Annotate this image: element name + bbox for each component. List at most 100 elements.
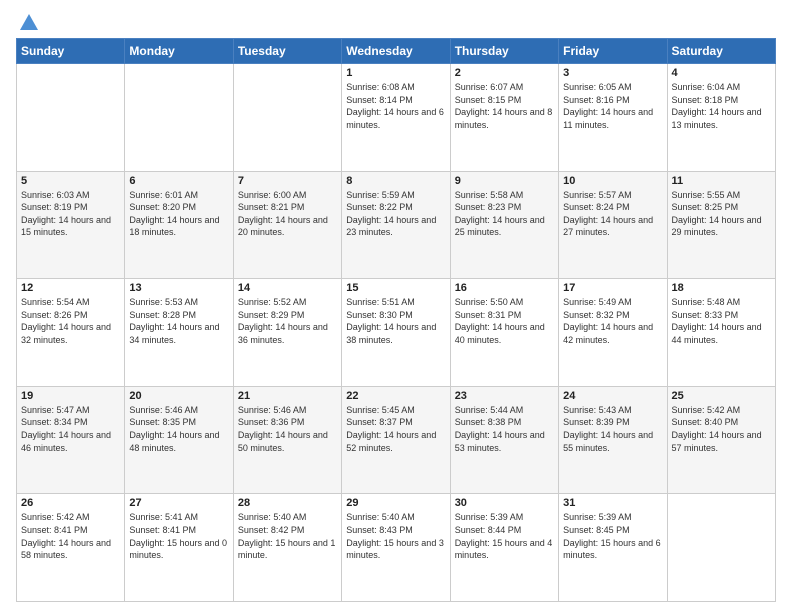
day-info: Sunrise: 5:59 AMSunset: 8:22 PMDaylight:… — [346, 189, 445, 239]
calendar-cell: 15 Sunrise: 5:51 AMSunset: 8:30 PMDayligh… — [342, 279, 450, 387]
day-number: 1 — [346, 67, 445, 79]
calendar-cell: 7 Sunrise: 6:00 AMSunset: 8:21 PMDaylight… — [233, 171, 341, 279]
day-number: 19 — [21, 390, 120, 402]
day-number: 5 — [21, 175, 120, 187]
header — [16, 12, 776, 30]
day-info: Sunrise: 5:42 AMSunset: 8:41 PMDaylight:… — [21, 511, 120, 561]
day-number: 2 — [455, 67, 554, 79]
calendar-cell: 23 Sunrise: 5:44 AMSunset: 8:38 PMDayligh… — [450, 386, 558, 494]
day-number: 4 — [672, 67, 771, 79]
day-info: Sunrise: 6:07 AMSunset: 8:15 PMDaylight:… — [455, 81, 554, 131]
calendar-cell — [667, 494, 775, 602]
day-info: Sunrise: 5:48 AMSunset: 8:33 PMDaylight:… — [672, 296, 771, 346]
calendar-cell: 13 Sunrise: 5:53 AMSunset: 8:28 PMDayligh… — [125, 279, 233, 387]
weekday-header: Saturday — [667, 39, 775, 64]
day-number: 13 — [129, 282, 228, 294]
day-info: Sunrise: 5:55 AMSunset: 8:25 PMDaylight:… — [672, 189, 771, 239]
calendar-week-row: 5Sunrise: 6:03 AMSunset: 8:19 PMDaylight… — [17, 171, 776, 279]
calendar-cell: 25 Sunrise: 5:42 AMSunset: 8:40 PMDayligh… — [667, 386, 775, 494]
day-info: Sunrise: 6:04 AMSunset: 8:18 PMDaylight:… — [672, 81, 771, 131]
logo-icon — [18, 12, 40, 34]
day-number: 20 — [129, 390, 228, 402]
day-info: Sunrise: 5:47 AMSunset: 8:34 PMDaylight:… — [21, 404, 120, 454]
day-info: Sunrise: 6:08 AMSunset: 8:14 PMDaylight:… — [346, 81, 445, 131]
day-number: 7 — [238, 175, 337, 187]
day-info: Sunrise: 5:51 AMSunset: 8:30 PMDaylight:… — [346, 296, 445, 346]
calendar-cell: 8 Sunrise: 5:59 AMSunset: 8:22 PMDaylight… — [342, 171, 450, 279]
day-number: 18 — [672, 282, 771, 294]
day-number: 25 — [672, 390, 771, 402]
calendar-cell: 27 Sunrise: 5:41 AMSunset: 8:41 PMDayligh… — [125, 494, 233, 602]
day-number: 15 — [346, 282, 445, 294]
day-number: 29 — [346, 497, 445, 509]
weekday-header-row: SundayMondayTuesdayWednesdayThursdayFrid… — [17, 39, 776, 64]
day-number: 24 — [563, 390, 662, 402]
weekday-header: Wednesday — [342, 39, 450, 64]
calendar-cell — [125, 64, 233, 172]
calendar-week-row: 1 Sunrise: 6:08 AMSunset: 8:14 PMDaylight… — [17, 64, 776, 172]
day-info: Sunrise: 5:40 AMSunset: 8:42 PMDaylight:… — [238, 511, 337, 561]
page: SundayMondayTuesdayWednesdayThursdayFrid… — [0, 0, 792, 612]
day-info: Sunrise: 5:44 AMSunset: 8:38 PMDaylight:… — [455, 404, 554, 454]
weekday-header: Thursday — [450, 39, 558, 64]
calendar-cell: 29Sunrise: 5:40 AMSunset: 8:43 PMDayligh… — [342, 494, 450, 602]
day-number: 6 — [129, 175, 228, 187]
day-info: Sunrise: 6:05 AMSunset: 8:16 PMDaylight:… — [563, 81, 662, 131]
day-info: Sunrise: 5:53 AMSunset: 8:28 PMDaylight:… — [129, 296, 228, 346]
day-info: Sunrise: 6:01 AMSunset: 8:20 PMDaylight:… — [129, 189, 228, 239]
day-info: Sunrise: 5:46 AMSunset: 8:36 PMDaylight:… — [238, 404, 337, 454]
day-number: 31 — [563, 497, 662, 509]
day-number: 28 — [238, 497, 337, 509]
day-number: 12 — [21, 282, 120, 294]
calendar-cell: 4 Sunrise: 6:04 AMSunset: 8:18 PMDaylight… — [667, 64, 775, 172]
day-number: 23 — [455, 390, 554, 402]
day-info: Sunrise: 5:52 AMSunset: 8:29 PMDaylight:… — [238, 296, 337, 346]
logo — [16, 12, 40, 30]
day-number: 8 — [346, 175, 445, 187]
calendar-cell: 20 Sunrise: 5:46 AMSunset: 8:35 PMDayligh… — [125, 386, 233, 494]
day-number: 11 — [672, 175, 771, 187]
day-number: 17 — [563, 282, 662, 294]
calendar-cell: 24 Sunrise: 5:43 AMSunset: 8:39 PMDayligh… — [559, 386, 667, 494]
day-number: 22 — [346, 390, 445, 402]
day-info: Sunrise: 5:49 AMSunset: 8:32 PMDaylight:… — [563, 296, 662, 346]
day-number: 21 — [238, 390, 337, 402]
day-number: 9 — [455, 175, 554, 187]
calendar-cell: 21 Sunrise: 5:46 AMSunset: 8:36 PMDayligh… — [233, 386, 341, 494]
day-info: Sunrise: 5:45 AMSunset: 8:37 PMDaylight:… — [346, 404, 445, 454]
day-number: 27 — [129, 497, 228, 509]
calendar-cell: 11 Sunrise: 5:55 AMSunset: 8:25 PMDayligh… — [667, 171, 775, 279]
day-info: Sunrise: 5:39 AMSunset: 8:44 PMDaylight:… — [455, 511, 554, 561]
weekday-header: Monday — [125, 39, 233, 64]
calendar-cell: 9 Sunrise: 5:58 AMSunset: 8:23 PMDaylight… — [450, 171, 558, 279]
weekday-header: Sunday — [17, 39, 125, 64]
calendar-cell: 17 Sunrise: 5:49 AMSunset: 8:32 PMDayligh… — [559, 279, 667, 387]
day-info: Sunrise: 6:00 AMSunset: 8:21 PMDaylight:… — [238, 189, 337, 239]
calendar-week-row: 26 Sunrise: 5:42 AMSunset: 8:41 PMDayligh… — [17, 494, 776, 602]
day-info: Sunrise: 5:39 AMSunset: 8:45 PMDaylight:… — [563, 511, 662, 561]
calendar-cell: 1 Sunrise: 6:08 AMSunset: 8:14 PMDaylight… — [342, 64, 450, 172]
day-info: Sunrise: 5:43 AMSunset: 8:39 PMDaylight:… — [563, 404, 662, 454]
calendar-cell: 10Sunrise: 5:57 AMSunset: 8:24 PMDayligh… — [559, 171, 667, 279]
calendar-cell: 22 Sunrise: 5:45 AMSunset: 8:37 PMDayligh… — [342, 386, 450, 494]
weekday-header: Tuesday — [233, 39, 341, 64]
calendar-cell — [233, 64, 341, 172]
calendar: SundayMondayTuesdayWednesdayThursdayFrid… — [16, 38, 776, 602]
day-number: 26 — [21, 497, 120, 509]
calendar-cell: 28 Sunrise: 5:40 AMSunset: 8:42 PMDayligh… — [233, 494, 341, 602]
weekday-header: Friday — [559, 39, 667, 64]
calendar-cell: 12Sunrise: 5:54 AMSunset: 8:26 PMDayligh… — [17, 279, 125, 387]
day-info: Sunrise: 5:42 AMSunset: 8:40 PMDaylight:… — [672, 404, 771, 454]
day-number: 16 — [455, 282, 554, 294]
day-info: Sunrise: 5:41 AMSunset: 8:41 PMDaylight:… — [129, 511, 228, 561]
day-number: 3 — [563, 67, 662, 79]
calendar-cell: 18 Sunrise: 5:48 AMSunset: 8:33 PMDayligh… — [667, 279, 775, 387]
calendar-cell: 5Sunrise: 6:03 AMSunset: 8:19 PMDaylight… — [17, 171, 125, 279]
calendar-cell: 31 Sunrise: 5:39 AMSunset: 8:45 PMDayligh… — [559, 494, 667, 602]
calendar-cell — [17, 64, 125, 172]
calendar-week-row: 12Sunrise: 5:54 AMSunset: 8:26 PMDayligh… — [17, 279, 776, 387]
day-info: Sunrise: 5:46 AMSunset: 8:35 PMDaylight:… — [129, 404, 228, 454]
calendar-cell: 6 Sunrise: 6:01 AMSunset: 8:20 PMDaylight… — [125, 171, 233, 279]
day-number: 10 — [563, 175, 662, 187]
day-info: Sunrise: 5:58 AMSunset: 8:23 PMDaylight:… — [455, 189, 554, 239]
